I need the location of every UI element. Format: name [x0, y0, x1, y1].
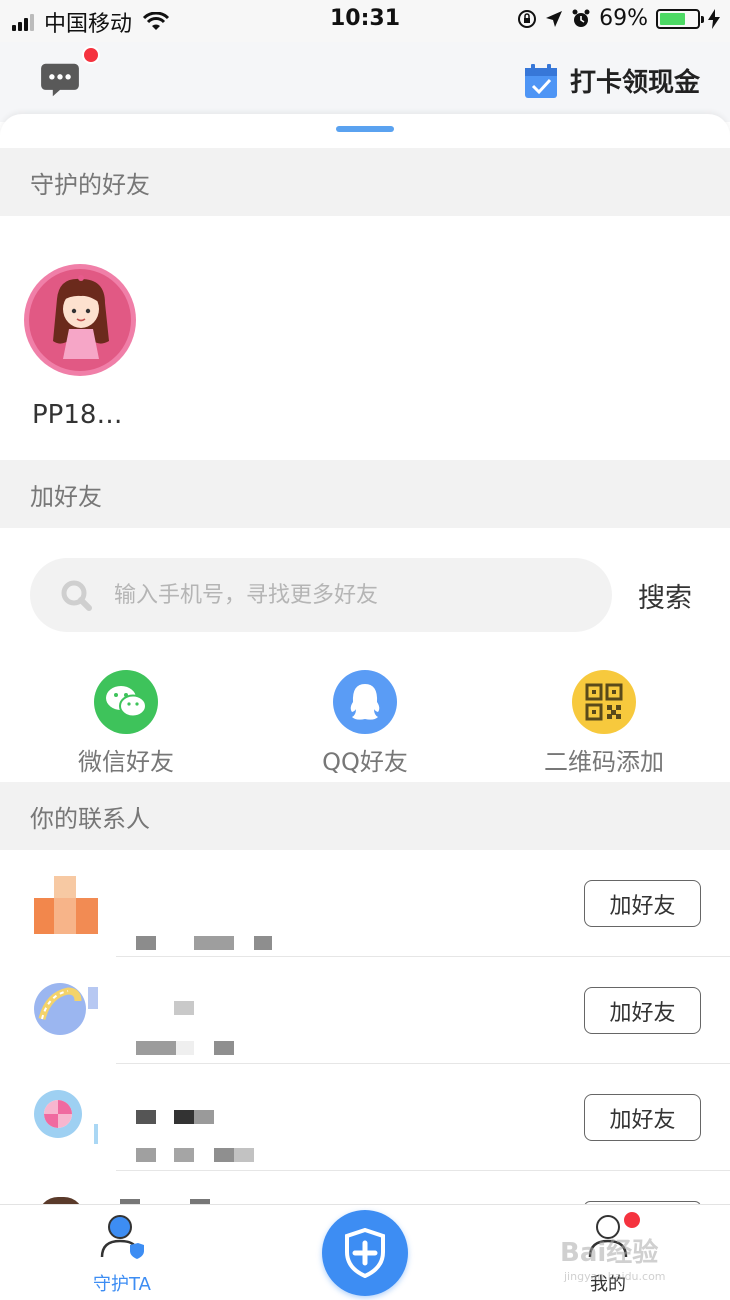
- main-sheet: 守护的好友 PP18… 加好友 搜索: [0, 114, 730, 1204]
- contact-row: 加好友: [0, 1064, 730, 1171]
- search-button[interactable]: 搜索: [638, 576, 692, 615]
- orientation-lock-icon: [518, 9, 537, 28]
- share-qrcode-label: 二维码添加: [544, 748, 664, 776]
- checkin-label: 打卡领现金: [569, 68, 700, 98]
- guard-user-icon: [100, 1215, 144, 1259]
- contact-avatar: [34, 876, 98, 940]
- battery-fill: [660, 12, 685, 25]
- shield-plus-icon: [345, 1228, 385, 1278]
- alarm-icon: [572, 9, 590, 27]
- section-guarded-friends: 守护的好友: [0, 148, 730, 216]
- add-guard-button[interactable]: [322, 1210, 408, 1296]
- section-contacts: 你的联系人: [0, 782, 730, 850]
- add-friend-button[interactable]: 加好友: [584, 1094, 701, 1141]
- battery-percent: 69%: [599, 6, 648, 31]
- share-wechat-button[interactable]: 微信好友: [36, 670, 216, 777]
- charging-icon: [708, 8, 720, 29]
- battery-icon: [656, 8, 704, 29]
- share-wechat-label: 微信好友: [78, 748, 174, 776]
- watermark-logo: Bai经验: [560, 1238, 659, 1268]
- contact-row: 加好友: [0, 850, 730, 957]
- calendar-check-icon: [524, 63, 557, 98]
- share-qrcode-button[interactable]: 二维码添加: [514, 670, 694, 777]
- contact-row: [0, 1171, 730, 1204]
- share-qq-button[interactable]: QQ好友: [275, 670, 455, 777]
- tab-guard-label: 守护TA: [93, 1274, 151, 1295]
- guarded-friend-item[interactable]: PP18…: [24, 264, 136, 430]
- section-add-friends: 加好友: [0, 460, 730, 528]
- drag-handle[interactable]: [336, 126, 394, 132]
- message-icon[interactable]: [38, 62, 82, 98]
- qrcode-icon: [572, 670, 636, 734]
- avatar: [24, 264, 136, 376]
- add-friend-button[interactable]: 加好友: [584, 880, 701, 927]
- search-input[interactable]: [114, 582, 554, 608]
- top-header: 打卡领现金: [0, 42, 730, 122]
- watermark-url: jingyan.baidu.com: [564, 1270, 666, 1283]
- add-friend-button[interactable]: 加好友: [584, 987, 701, 1034]
- search-bar: [30, 558, 612, 632]
- qq-icon: [333, 670, 397, 734]
- contact-avatar: [34, 1090, 98, 1154]
- contact-row: 加好友: [0, 957, 730, 1064]
- mine-badge: [622, 1210, 642, 1230]
- search-icon: [61, 580, 92, 611]
- girl-avatar-icon: [53, 275, 109, 359]
- contact-avatar: [38, 1197, 84, 1204]
- location-icon: [546, 10, 563, 27]
- contact-avatar: [34, 981, 98, 1045]
- status-right: 69%: [517, 6, 720, 31]
- status-bar: 中国移动 10:31 69%: [0, 0, 730, 42]
- share-qq-label: QQ好友: [322, 748, 408, 776]
- tab-guard[interactable]: 守护TA: [62, 1213, 182, 1296]
- checkin-button[interactable]: 打卡领现金: [524, 62, 700, 99]
- guarded-friend-name: PP18…: [32, 400, 123, 430]
- wechat-icon: [94, 670, 158, 734]
- message-badge: [82, 46, 100, 64]
